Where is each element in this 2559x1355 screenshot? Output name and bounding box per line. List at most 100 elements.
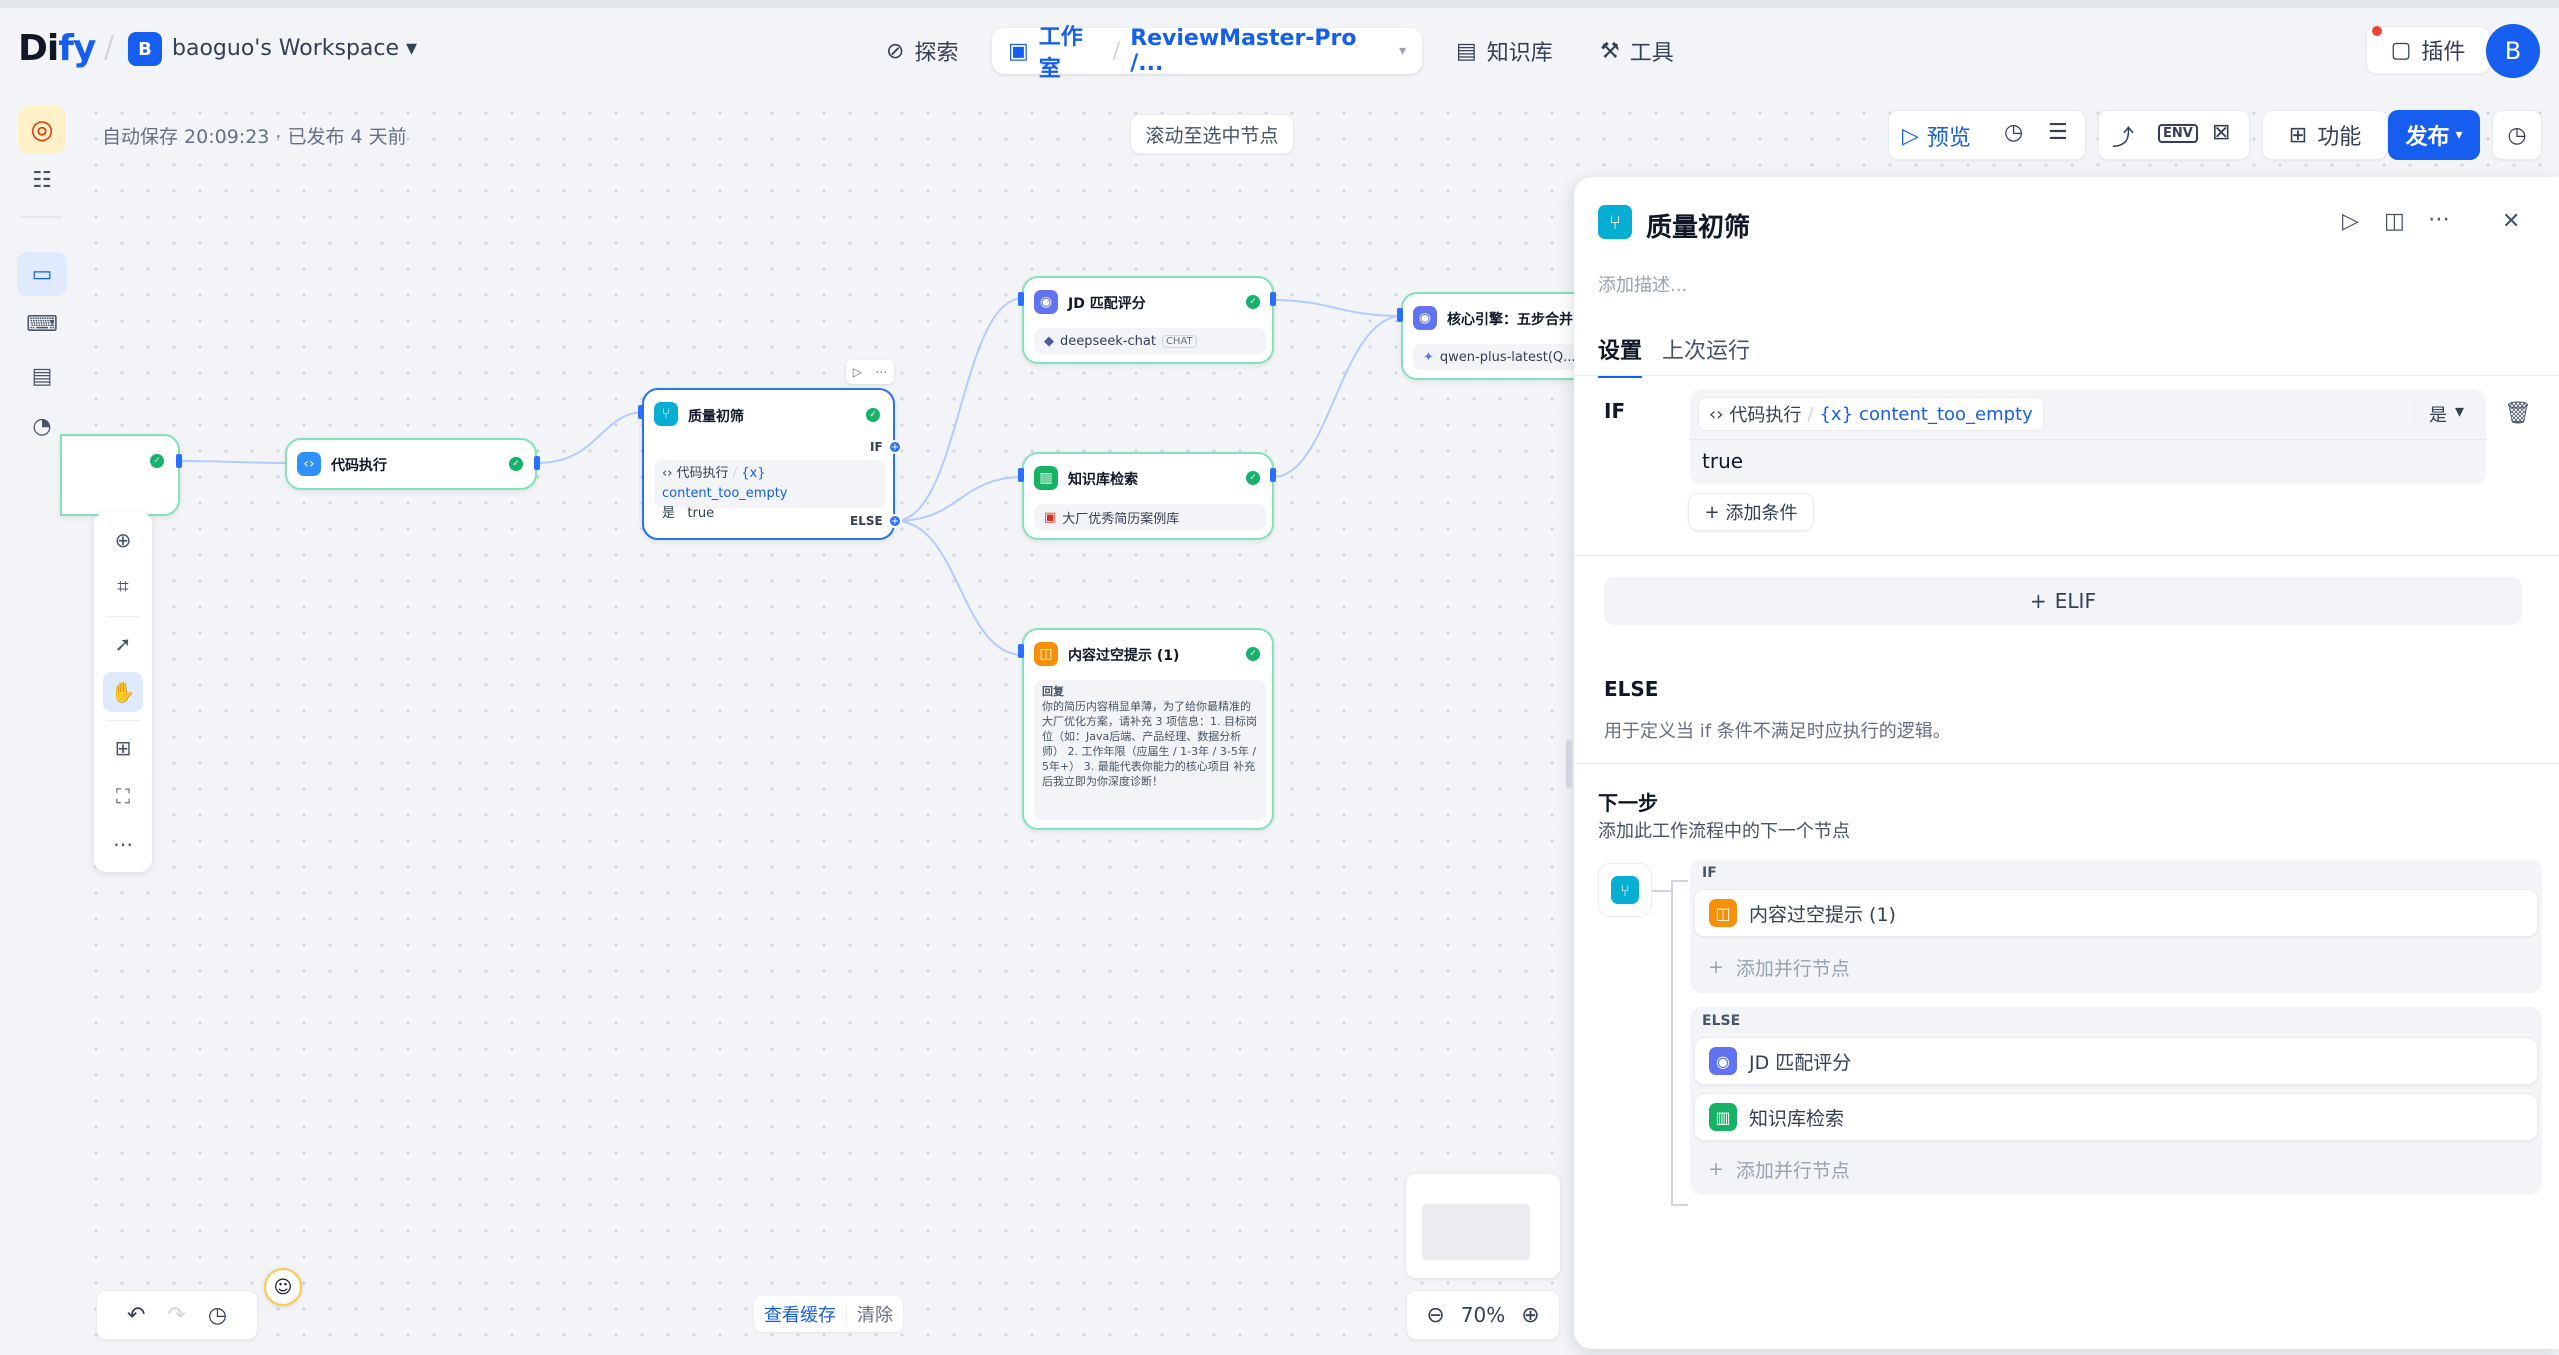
features-button[interactable]: ⊞ 功能 — [2262, 110, 2388, 160]
model-name: deepseek-chat — [1060, 333, 1156, 349]
checklist-icon[interactable]: ☰ — [2048, 120, 2068, 145]
node-output-handle[interactable] — [1270, 292, 1276, 306]
operator-select[interactable]: 是 ▾ — [2414, 401, 2464, 427]
add-note-icon[interactable]: ⌗ — [103, 566, 143, 606]
publish-button[interactable]: 发布 ▾ — [2388, 110, 2480, 160]
next-step-description: 添加此工作流程中的下一个节点 — [1598, 821, 1850, 842]
zoom-in-icon[interactable]: ⊕ — [1521, 1303, 1539, 1328]
workspace-badge[interactable]: B — [128, 32, 162, 66]
undo-icon[interactable]: ↶ — [127, 1303, 145, 1328]
node-output-handle[interactable] — [1270, 468, 1276, 482]
more-icon[interactable]: ⋯ — [103, 824, 143, 864]
split-view-icon[interactable]: ◫ — [2384, 209, 2405, 234]
assistant-avatar-icon[interactable]: ☺ — [264, 1268, 302, 1306]
add-condition-button[interactable]: + 添加条件 — [1688, 493, 1814, 531]
add-node-icon[interactable]: ⊕ — [103, 520, 143, 560]
nav-knowledge[interactable]: ▤ 知识库 — [1440, 28, 1569, 74]
nav-tools[interactable]: ⚒ 工具 — [1584, 28, 1690, 74]
more-icon[interactable]: ⋯ — [875, 365, 887, 379]
workspace-switcher[interactable]: baoguo's Workspace ▾ — [172, 36, 417, 61]
model-pill: ✦ qwen-plus-latest(Q... — [1413, 344, 1583, 370]
organize-blocks-icon[interactable]: ⊞ — [103, 728, 143, 768]
hand-icon[interactable]: ✋ — [103, 672, 143, 712]
redo-icon[interactable]: ↷ — [167, 1303, 185, 1328]
node-input-handle[interactable] — [638, 405, 644, 419]
version-history-icon[interactable]: ◷ — [2492, 110, 2542, 160]
condition-source: 代码执行 — [676, 466, 729, 481]
zoom-out-icon[interactable]: ⊖ — [1426, 1303, 1444, 1328]
node-code-execution[interactable]: ‹› 代码执行 ✓ — [285, 438, 537, 490]
more-icon[interactable]: ⋯ — [2428, 207, 2450, 232]
app-icon[interactable]: ◎ — [18, 106, 66, 154]
next-node-empty-reply[interactable]: ◫ 内容过空提示 (1) — [1694, 889, 2538, 937]
connector-else — [1671, 891, 1688, 1206]
node-start-partial[interactable] — [60, 434, 180, 516]
view-cache-button[interactable]: 查看缓存 — [764, 1301, 836, 1327]
node-empty-content-reply[interactable]: ◫ 内容过空提示 (1) ✓ 回复 你的简历内容稍显单薄，为了给你最精准的大厂优… — [1022, 628, 1274, 830]
node-quality-filter[interactable]: ⑂ 质量初筛 ✓ IF ‹› 代码执行 / {x} content_too_em… — [642, 388, 895, 540]
tab-settings[interactable]: 设置 — [1598, 333, 1643, 378]
app-selector[interactable]: ReviewMaster-Pro /... — [1130, 26, 1389, 76]
delete-condition-icon[interactable]: 🗑 — [2504, 401, 2532, 426]
run-history-icon[interactable]: ◷ — [2004, 120, 2023, 145]
add-elif-button[interactable]: + ELIF — [1604, 577, 2522, 625]
llm-icon: ◉ — [1034, 290, 1058, 314]
nav-studio-label: 工作室 — [1038, 25, 1083, 82]
plugin-icon: ▢ — [2390, 37, 2412, 63]
dify-logo[interactable]: Dify — [18, 28, 96, 69]
play-icon[interactable]: ▷ — [853, 365, 862, 379]
next-node-jd-match[interactable]: ◉ JD 匹配评分 — [1694, 1037, 2538, 1085]
minimap[interactable] — [1406, 1174, 1560, 1278]
tab-last-run[interactable]: 上次运行 — [1662, 333, 1750, 365]
env-variables-icon[interactable]: ENV — [2158, 124, 2198, 143]
condition-value-input[interactable]: true — [1702, 449, 1743, 473]
panel-resize-handle[interactable] — [1566, 740, 1572, 788]
condition-variable-selector[interactable]: ‹› 代码执行 / {x} content_too_empty — [1698, 397, 2044, 431]
add-parallel-node-button[interactable]: + 添加并行节点 — [1694, 1151, 1850, 1187]
node-knowledge-retrieval[interactable]: ▥ 知识库检索 ✓ ▣ 大厂优秀简历案例库 — [1022, 452, 1274, 540]
next-node-knowledge-retrieval[interactable]: ▥ 知识库检索 — [1694, 1093, 2538, 1141]
zoom-controls: ⊖ 70% ⊕ — [1406, 1290, 1560, 1340]
logs-icon[interactable]: ▤ — [17, 354, 67, 398]
nav-explore[interactable]: ⊘ 探索 — [870, 28, 974, 74]
node-core-engine[interactable]: ◉ 核心引擎：五步合并 ✦ qwen-plus-latest(Q... — [1401, 292, 1583, 380]
add-parallel-node-button[interactable]: + 添加并行节点 — [1694, 949, 1850, 985]
conversation-var-icon[interactable]: ⤴ — [2112, 120, 2134, 152]
node-input-handle[interactable] — [1397, 308, 1403, 322]
condition-variable: content_too_empty — [1859, 403, 2033, 425]
else-branch-label: ELSE — [850, 514, 883, 528]
maximize-canvas-icon[interactable]: ⛶ — [103, 776, 143, 816]
section-divider — [1574, 555, 2559, 556]
global-variables-icon[interactable]: ⊠ — [2212, 120, 2230, 145]
success-check-icon: ✓ — [1246, 295, 1260, 309]
dataset-icon: ▣ — [1044, 509, 1057, 525]
pointer-icon[interactable]: ➚ — [103, 624, 143, 664]
description-input[interactable]: 添加描述... — [1598, 271, 1687, 297]
node-output-handle[interactable] — [534, 456, 540, 470]
node-input-handle[interactable] — [1018, 292, 1024, 306]
orchestrate-icon[interactable]: ▭ — [17, 252, 67, 296]
else-output-handle[interactable]: + — [888, 514, 902, 528]
close-icon[interactable]: ✕ — [2502, 209, 2520, 234]
panel-title[interactable]: 质量初筛 — [1646, 207, 1750, 244]
user-avatar[interactable]: B — [2486, 24, 2540, 78]
breadcrumb-separator: / — [104, 30, 115, 65]
book-icon: ▤ — [1456, 38, 1477, 64]
plus-icon: + — [2030, 589, 2047, 613]
zoom-level[interactable]: 70% — [1461, 1303, 1505, 1327]
clear-cache-button[interactable]: 清除 — [857, 1301, 893, 1327]
settings-sliders-icon[interactable]: ☷ — [17, 158, 67, 202]
node-input-handle[interactable] — [1018, 468, 1024, 482]
node-jd-match[interactable]: ◉ JD 匹配评分 ✓ ◆ deepseek-chat CHAT — [1022, 276, 1274, 364]
node-output-handle[interactable] — [176, 454, 182, 468]
api-access-icon[interactable]: ⌨ — [17, 302, 67, 346]
node-input-handle[interactable] — [1018, 644, 1024, 658]
run-step-icon[interactable]: ▷ — [2342, 209, 2359, 234]
plugins-button[interactable]: ▢ 插件 — [2366, 26, 2490, 74]
scroll-to-selected-node-button[interactable]: 滚动至选中节点 — [1130, 114, 1294, 154]
preview-button[interactable]: ▷ 预览 — [1902, 120, 1971, 152]
history-icon[interactable]: ◷ — [208, 1303, 227, 1328]
if-output-handle[interactable]: + — [888, 440, 902, 454]
nav-studio[interactable]: ▣ 工作室 / ReviewMaster-Pro /... ▾ — [992, 25, 1422, 82]
rail-divider — [20, 216, 62, 218]
